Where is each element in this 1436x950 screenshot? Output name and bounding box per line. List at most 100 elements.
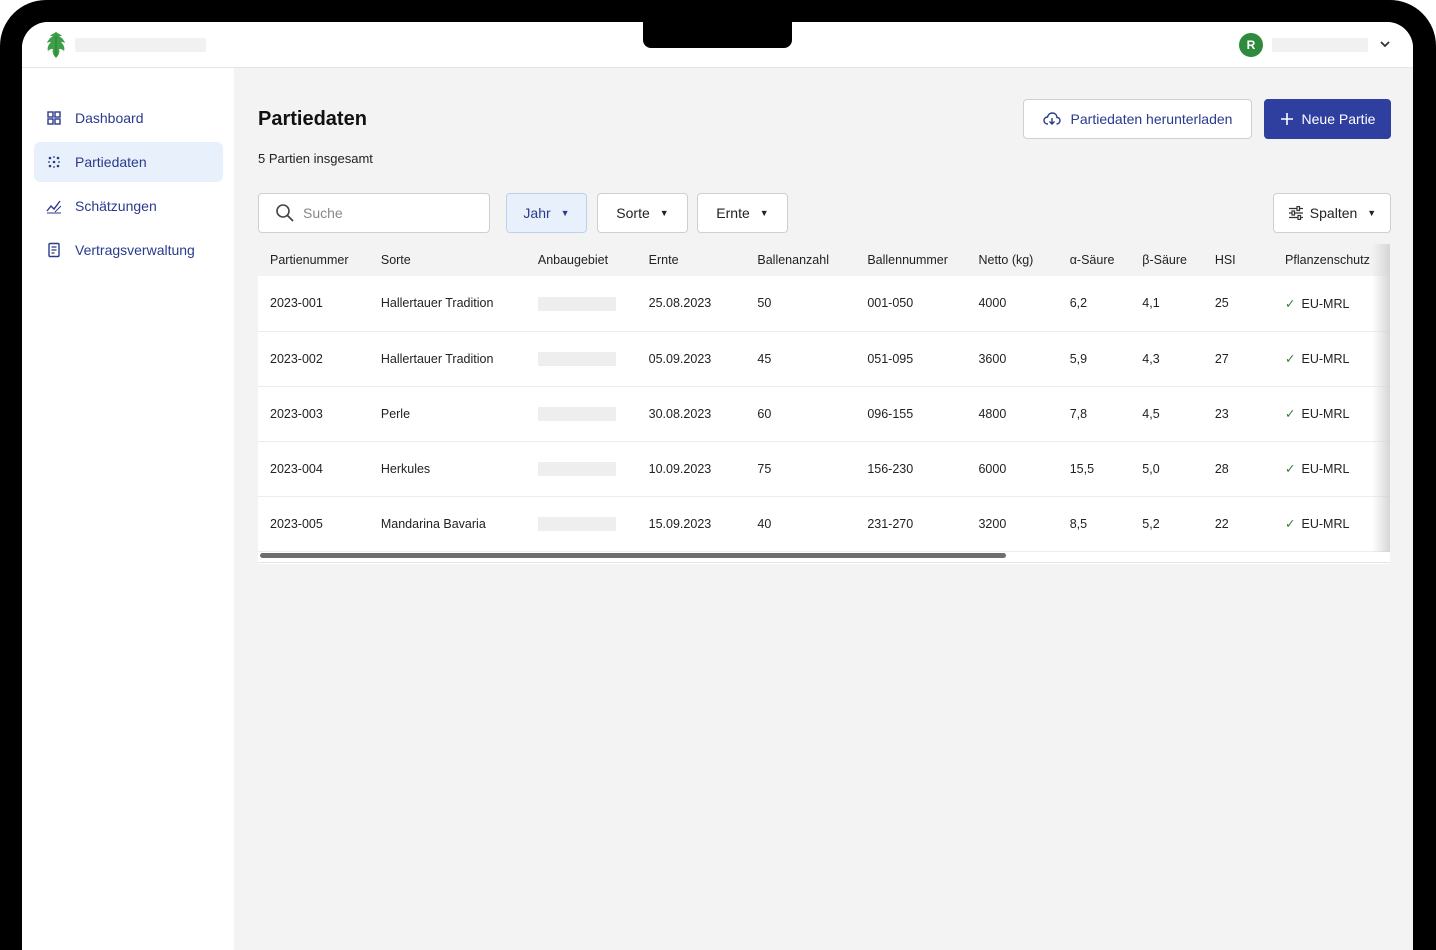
download-button[interactable]: Partiedaten herunterladen (1023, 99, 1252, 139)
check-icon: ✓ (1285, 296, 1296, 311)
batch-table: Partienummer Sorte Anbaugebiet Ernte Bal… (258, 244, 1390, 564)
cell-alpha-acid: 6,2 (1069, 296, 1088, 311)
chart-icon (46, 198, 62, 214)
cell-beta-acid: 4,5 (1142, 406, 1160, 421)
caret-down-icon: ▼ (560, 208, 570, 218)
cell-hsi: 28 (1214, 461, 1229, 476)
column-header[interactable]: Ernte (637, 244, 746, 276)
grid-icon (46, 110, 62, 126)
batch-count: 5 Partien insgesamt (258, 151, 373, 166)
app-name-placeholder (75, 38, 206, 52)
region-placeholder (537, 461, 616, 476)
cell-region (526, 496, 637, 551)
download-label: Partiedaten herunterladen (1070, 111, 1233, 127)
column-header[interactable]: HSI (1203, 244, 1273, 276)
column-header[interactable]: Anbaugebiet (526, 244, 637, 276)
cell-bale-count: 75 (757, 461, 772, 476)
user-name-placeholder (1272, 38, 1368, 52)
caret-down-icon: ▼ (659, 208, 669, 218)
column-header[interactable]: Sorte (369, 244, 526, 276)
cell-bale-count: 45 (757, 351, 772, 366)
caret-down-icon: ▼ (759, 208, 769, 218)
chevron-down-icon[interactable] (1379, 36, 1391, 52)
search-box[interactable] (258, 193, 490, 233)
cell-alpha-acid: 7,8 (1069, 406, 1088, 421)
search-input[interactable] (303, 205, 473, 221)
column-header[interactable]: Ballennummer (855, 244, 966, 276)
cell-harvest: 15.09.2023 (648, 516, 712, 531)
cell-bale-count: 40 (757, 516, 772, 531)
column-header[interactable]: β-Säure (1130, 244, 1203, 276)
check-icon: ✓ (1285, 352, 1296, 366)
sidebar-item-partiedaten[interactable]: Partiedaten (34, 142, 223, 182)
hop-logo-icon[interactable] (44, 30, 68, 60)
cell-beta-acid: 5,0 (1142, 461, 1160, 476)
column-header[interactable]: α-Säure (1058, 244, 1131, 276)
user-avatar[interactable]: R (1239, 33, 1263, 57)
cell-net-weight: 6000 (978, 461, 1007, 476)
filter-harvest[interactable]: Ernte ▼ (697, 193, 788, 233)
cell-hsi: 25 (1214, 296, 1229, 311)
filter-year[interactable]: Jahr ▼ (506, 193, 587, 233)
plant-protection-value: EU-MRL (1301, 352, 1350, 366)
caret-down-icon: ▼ (1367, 208, 1377, 218)
cell-beta-acid: 4,3 (1142, 351, 1160, 366)
cell-bale-numbers: 001-050 (867, 296, 914, 311)
cell-harvest: 05.09.2023 (648, 351, 712, 366)
cell-alpha-acid: 15,5 (1069, 461, 1095, 476)
cell-batch-number: 2023-004 (270, 461, 323, 476)
cell-net-weight: 4800 (978, 406, 1007, 421)
sliders-icon (1288, 206, 1303, 220)
region-placeholder (537, 351, 616, 366)
table-row[interactable]: 2023-005 Mandarina Bavaria 15.09.2023 40… (258, 496, 1390, 551)
sidebar-item-label: Schätzungen (75, 198, 157, 214)
cell-batch-number: 2023-001 (270, 296, 323, 311)
filter-year-label: Jahr (523, 205, 551, 221)
sidebar-item-vertragsverwaltung[interactable]: Vertragsverwaltung (34, 230, 223, 270)
region-placeholder (537, 296, 616, 311)
cell-harvest: 25.08.2023 (648, 296, 712, 311)
sidebar-item-dashboard[interactable]: Dashboard (34, 98, 223, 138)
cell-harvest: 30.08.2023 (648, 406, 712, 421)
horizontal-scrollbar[interactable] (260, 553, 1006, 558)
columns-button[interactable]: Spalten ▼ (1273, 193, 1391, 233)
filter-harvest-label: Ernte (716, 205, 750, 221)
search-icon (276, 204, 294, 222)
plus-icon (1280, 112, 1294, 126)
cell-bale-count: 60 (757, 406, 772, 421)
app-screen: R Dashboard Partiedaten Schätzungen Vert… (22, 22, 1413, 950)
cell-region (526, 331, 637, 386)
sidebar-item-schaetzungen[interactable]: Schätzungen (34, 186, 223, 226)
sidebar-item-label: Vertragsverwaltung (75, 242, 195, 258)
cell-region (526, 276, 637, 331)
cell-variety: Perle (380, 406, 411, 421)
cell-bale-numbers: 156-230 (867, 461, 914, 476)
region-placeholder (537, 406, 616, 421)
table-row[interactable]: 2023-001 Hallertauer Tradition 25.08.202… (258, 276, 1390, 331)
new-batch-button[interactable]: Neue Partie (1264, 99, 1391, 139)
cell-beta-acid: 5,2 (1142, 516, 1160, 531)
cell-batch-number: 2023-005 (270, 516, 323, 531)
column-header[interactable]: Ballenanzahl (745, 244, 855, 276)
column-header[interactable]: Partienummer (258, 244, 369, 276)
cell-variety: Hallertauer Tradition (380, 351, 494, 366)
scroll-fade (1372, 244, 1390, 552)
filter-variety[interactable]: Sorte ▼ (597, 193, 688, 233)
filter-variety-label: Sorte (616, 205, 650, 221)
document-icon (46, 242, 62, 258)
plant-protection-value: EU-MRL (1301, 462, 1350, 476)
cell-alpha-acid: 8,5 (1069, 516, 1088, 531)
cell-region (526, 386, 637, 441)
sidebar-item-label: Dashboard (75, 110, 144, 126)
region-placeholder (537, 516, 616, 531)
cell-bale-numbers: 051-095 (867, 351, 914, 366)
cell-net-weight: 3200 (978, 516, 1007, 531)
column-header[interactable]: Netto (kg) (966, 244, 1057, 276)
cell-bale-count: 50 (757, 296, 772, 311)
columns-label: Spalten (1309, 205, 1358, 221)
table-row[interactable]: 2023-003 Perle 30.08.2023 60 096-155 480… (258, 386, 1390, 441)
plant-protection-value: EU-MRL (1301, 517, 1350, 531)
table-row[interactable]: 2023-004 Herkules 10.09.2023 75 156-230 … (258, 441, 1390, 496)
table-row[interactable]: 2023-002 Hallertauer Tradition 05.09.202… (258, 331, 1390, 386)
cloud-download-icon (1042, 112, 1061, 126)
